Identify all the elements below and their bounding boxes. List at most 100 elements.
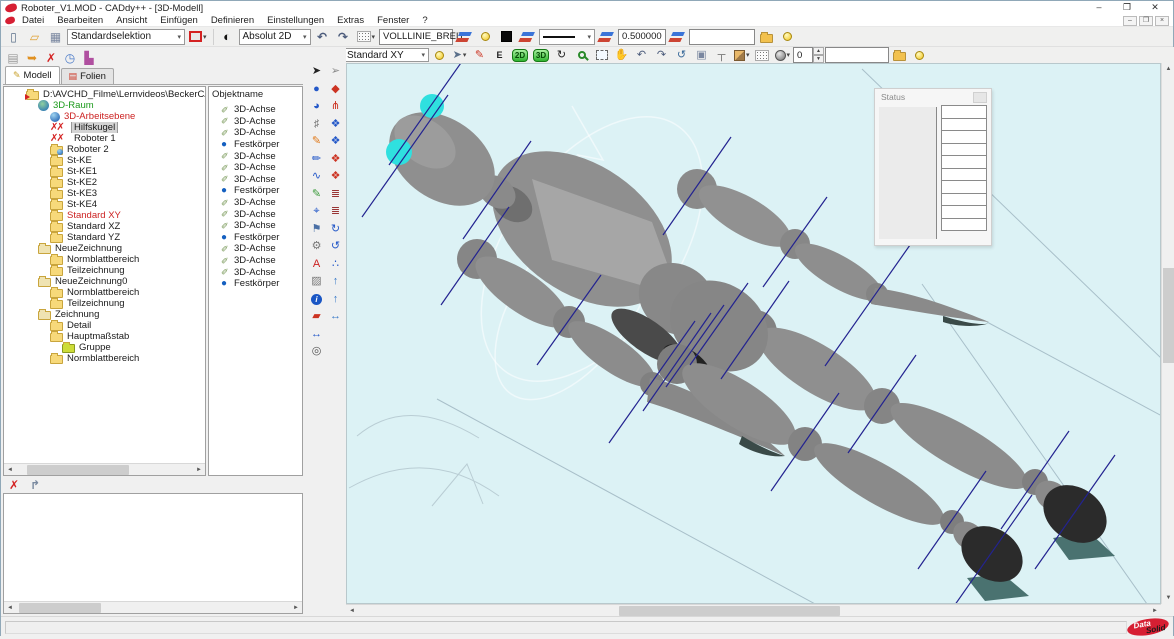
layer-linestyle-button[interactable]	[597, 28, 616, 46]
object-list-item[interactable]: 3D-Achse	[212, 127, 302, 139]
linetype-visibility-button[interactable]	[476, 28, 495, 46]
stats-icon[interactable]: ▙	[81, 50, 97, 65]
curve-tool[interactable]: ∿	[307, 168, 326, 186]
mode-3d-button[interactable]: 3D	[531, 48, 551, 63]
menu-item[interactable]: Einstellungen	[261, 15, 330, 26]
object-list-item[interactable]: 3D-Achse	[212, 220, 302, 232]
menu-item[interactable]: Definieren	[205, 15, 260, 26]
shading-button[interactable]: ▾	[773, 48, 793, 63]
flag-tool[interactable]: ⚑	[307, 221, 326, 239]
tree-item[interactable]: St-KE3	[4, 188, 205, 199]
object-list-item[interactable]: 3D-Achse	[212, 243, 302, 255]
mode-2d-button[interactable]: 2D	[510, 48, 530, 63]
element-info-button[interactable]: E	[490, 48, 509, 63]
viewport-vertical-scrollbar[interactable]: ▲ ▼	[1161, 63, 1174, 604]
tree-item[interactable]: NeueZeichnung0	[4, 276, 205, 287]
folder-options-button[interactable]	[757, 28, 776, 46]
object-list-item[interactable]: 3D-Achse	[212, 116, 302, 128]
tree-item[interactable]: D:\AVCHD_Filme\Lernvideos\BeckerCAD 3D P…	[4, 89, 205, 100]
pick-outline-tool[interactable]: ➢	[326, 63, 345, 81]
center-point-tool[interactable]: ◎	[307, 343, 326, 361]
arrow-up-tool[interactable]: ↑	[326, 273, 345, 291]
layer-linetype-button[interactable]	[455, 28, 474, 46]
mdi-minimize-button[interactable]: –	[1123, 16, 1137, 26]
info-tool[interactable]: i	[307, 291, 326, 309]
extra-input[interactable]	[689, 29, 755, 45]
move-diamond-tool[interactable]: ❖	[326, 116, 345, 134]
tree-item[interactable]: NeueZeichnung	[4, 243, 205, 254]
move-diamond-tool-2[interactable]: ❖	[326, 133, 345, 151]
render-mode-button[interactable]: ▾	[732, 48, 752, 63]
linetype-input[interactable]: VOLLLINIE_BREIT	[379, 29, 453, 45]
tree-item[interactable]: Teilzeichnung	[4, 265, 205, 276]
line-color-swatch[interactable]	[497, 28, 516, 46]
menu-item[interactable]: Bearbeiten	[51, 15, 109, 26]
snap-point-tool[interactable]: ⌖	[307, 203, 326, 221]
spin-down-button[interactable]: ▼	[813, 55, 824, 63]
object-list-item[interactable]: Festkörper	[212, 278, 302, 290]
layer-color-button[interactable]	[518, 28, 537, 46]
object-list-item[interactable]: Festkörper	[212, 232, 302, 244]
plane-visibility-button[interactable]	[430, 48, 449, 63]
tree-item[interactable]: St-KE4	[4, 199, 205, 210]
object-list-item[interactable]: 3D-Achse	[212, 208, 302, 220]
angle-spinner[interactable]: 0 ▲ ▼	[793, 47, 824, 63]
solid-red-tool[interactable]: ◆	[326, 81, 345, 99]
pencil-orange-tool[interactable]: ✎	[307, 133, 326, 151]
spin-up-button[interactable]: ▲	[813, 47, 824, 55]
status-field[interactable]	[941, 105, 987, 119]
tree-item[interactable]: 3D-Arbeitsebene	[4, 111, 205, 122]
pattern-button[interactable]	[753, 48, 772, 63]
minimize-button[interactable]: –	[1085, 1, 1113, 15]
object-list-item[interactable]: Festkörper	[212, 185, 302, 197]
menu-item[interactable]: ?	[416, 15, 433, 26]
tree-horizontal-scrollbar[interactable]: ◄ ►	[4, 463, 205, 475]
status-window-title[interactable]: Status	[881, 92, 905, 102]
h-arrows-tool[interactable]: ↔	[326, 308, 345, 326]
scroll-right-icon[interactable]: ►	[193, 467, 205, 473]
number-grid-tool[interactable]: ≣	[326, 186, 345, 204]
new-file-button[interactable]: ▯	[4, 28, 23, 46]
undo-button[interactable]: ↶	[313, 28, 332, 46]
view-plane-combo[interactable]: Standard XY▾	[343, 48, 429, 62]
zoom-in-button[interactable]	[572, 48, 591, 63]
status-field[interactable]	[941, 205, 987, 219]
view-undo-button[interactable]: ↶	[632, 48, 651, 63]
linewidth-input[interactable]: 0.500000	[618, 29, 666, 45]
object-list-item[interactable]: Festkörper	[212, 139, 302, 151]
tree-item[interactable]: Hauptmaßstab	[4, 331, 205, 342]
axis-tripod-tool[interactable]: ⋔	[326, 98, 345, 116]
text-tool[interactable]: A	[307, 256, 326, 274]
eraser-tool[interactable]: ▰	[307, 308, 326, 326]
scroll-up-icon[interactable]: ▲	[1162, 63, 1174, 75]
tree-item[interactable]: St-KE2	[4, 177, 205, 188]
sphere-tool[interactable]: ●	[307, 81, 326, 99]
status-field[interactable]	[941, 168, 987, 182]
view-extra-input[interactable]	[825, 47, 889, 63]
menu-item[interactable]: Datei	[16, 15, 50, 26]
tree-item[interactable]: Standard XZ	[4, 221, 205, 232]
tree-item[interactable]: Standard YZ	[4, 232, 205, 243]
scroll-right-icon[interactable]: ►	[1149, 608, 1161, 614]
mdi-close-button[interactable]: ×	[1155, 16, 1169, 26]
panel-tab[interactable]: ▤ Folien	[61, 68, 114, 84]
pencil-sphere-tool[interactable]: ✏	[307, 151, 326, 169]
viewport-horizontal-scrollbar[interactable]: ◄ ►	[346, 604, 1161, 616]
object-list-item[interactable]: 3D-Achse	[212, 266, 302, 278]
rotate-ccw-tool[interactable]: ↺	[326, 238, 345, 256]
open-file-button[interactable]: ▱	[25, 28, 44, 46]
pan-button[interactable]: ✋	[612, 48, 631, 63]
status-field[interactable]	[941, 155, 987, 169]
orbit-view-button[interactable]: ↺	[672, 48, 691, 63]
select-tool[interactable]: ➤	[307, 63, 326, 81]
menu-item[interactable]: Extras	[331, 15, 370, 26]
object-list-item[interactable]: 3D-Achse	[212, 162, 302, 174]
rotate-view-button[interactable]: ↻	[552, 48, 571, 63]
restore-button[interactable]: ❐	[1113, 1, 1141, 15]
save-button[interactable]: ▦	[46, 28, 65, 46]
arrow-up-tool-2[interactable]: ↑	[326, 291, 345, 309]
menu-item[interactable]: Einfügen	[154, 15, 204, 26]
scroll-down-icon[interactable]: ▼	[1162, 592, 1174, 604]
measure-pen-button[interactable]: ✎	[470, 48, 489, 63]
angle-input[interactable]: 0	[793, 47, 813, 63]
